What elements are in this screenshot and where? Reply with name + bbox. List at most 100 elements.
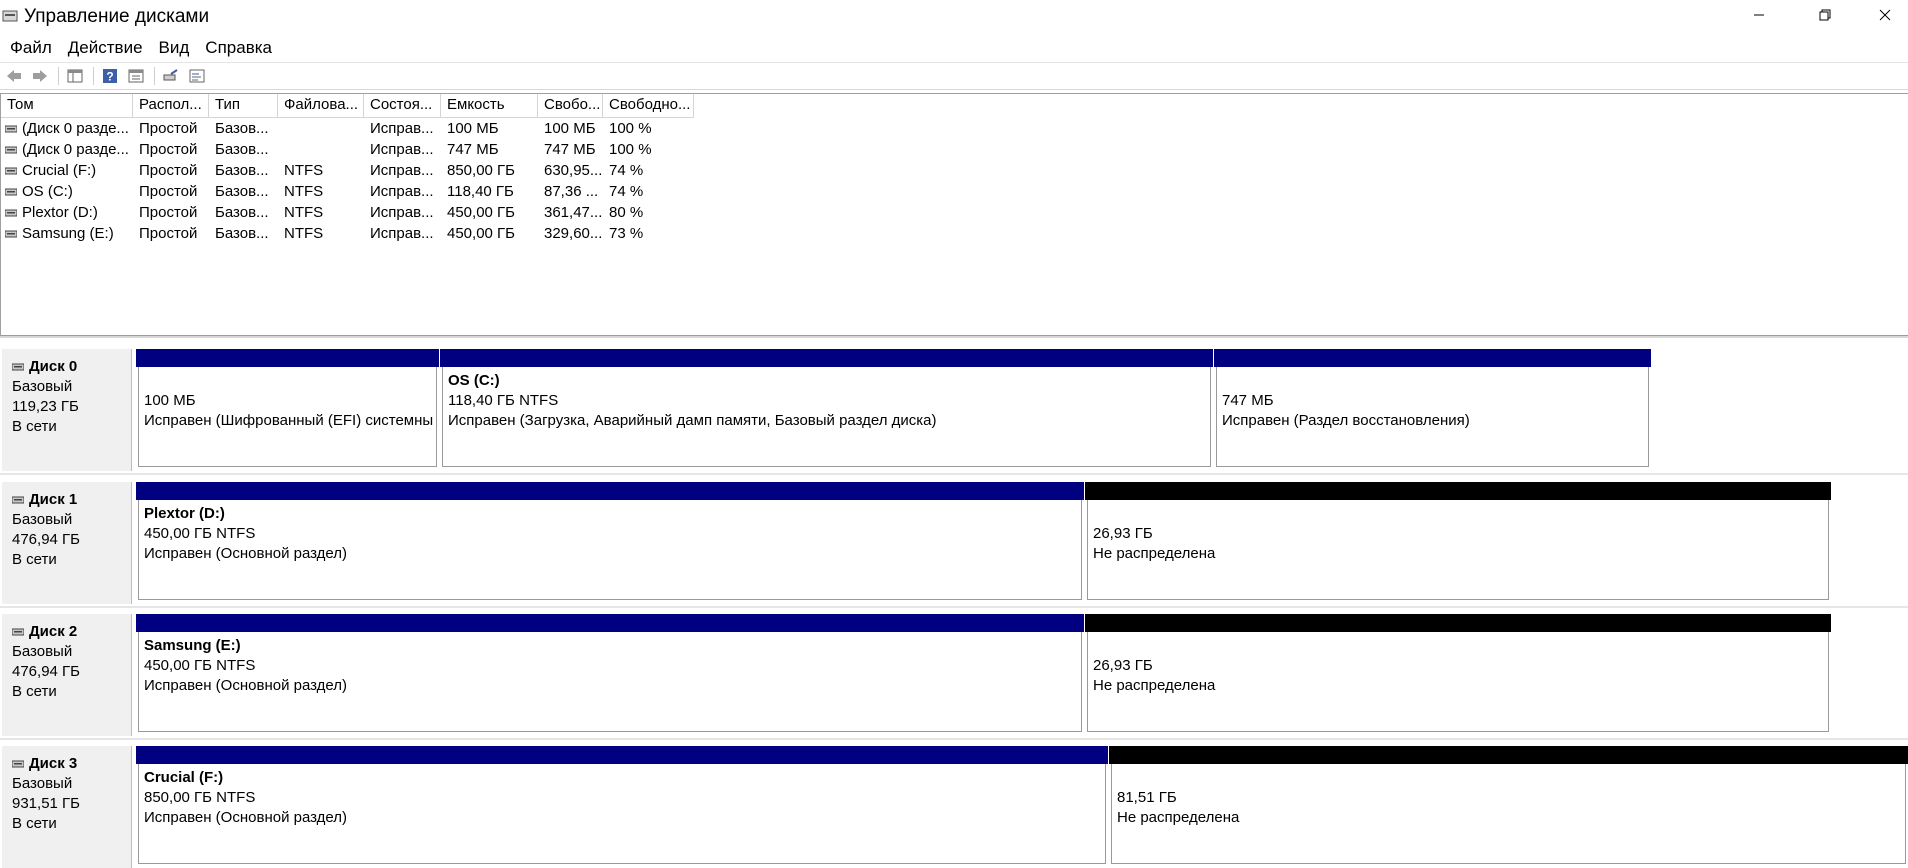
- filesystem-cell: NTFS: [284, 162, 324, 179]
- properties-button[interactable]: [126, 66, 146, 86]
- volume-list[interactable]: Том Распол... Тип Файлова... Состоя... Е…: [0, 93, 1908, 335]
- partition-name: [144, 371, 436, 391]
- menu-help[interactable]: Справка: [199, 36, 278, 60]
- filesystem-cell: NTFS: [284, 183, 324, 200]
- partition-bar: [440, 349, 1213, 367]
- disk-1-label[interactable]: Диск 1 Базовый 476,94 ГБ В сети: [2, 482, 132, 604]
- partition-body: 81,51 ГБ Не распределена: [1111, 764, 1906, 864]
- volume-icon: [5, 167, 17, 174]
- close-button[interactable]: [1862, 0, 1908, 30]
- table-row[interactable]: Samsung (E:) Простой Базов... NTFS Испра…: [1, 223, 694, 244]
- volume-icon: [5, 188, 17, 195]
- toolbar-separator: [93, 67, 94, 85]
- title-bar: Управление дисками: [0, 0, 1908, 34]
- restore-icon: [1819, 9, 1831, 21]
- disk-name: Диск 0: [29, 358, 78, 375]
- filesystem-cell: [278, 118, 364, 139]
- partition-size: 850,00 ГБ NTFS: [144, 789, 256, 806]
- disk-icon: [12, 496, 24, 504]
- partition-name: Plextor (D:): [144, 505, 225, 522]
- disk-3-label[interactable]: Диск 3 Базовый 931,51 ГБ В сети: [2, 746, 132, 868]
- partition-status: Исправен (Загрузка, Аварийный дамп памят…: [448, 412, 937, 429]
- partition-recovery[interactable]: 747 МБ Исправен (Раздел восстановления): [1214, 349, 1651, 467]
- partition-bar: [1214, 349, 1651, 367]
- properties-icon: [128, 69, 144, 83]
- partition-crucial-f[interactable]: Crucial (F:) 850,00 ГБ NTFS Исправен (Ос…: [136, 746, 1108, 864]
- help-button[interactable]: ?: [100, 66, 120, 86]
- table-row[interactable]: (Диск 0 разде... Простой Базов... Исправ…: [1, 139, 694, 160]
- disk-row-divider: [0, 738, 1908, 740]
- status-cell: Исправ...: [370, 120, 434, 137]
- disk-list-button[interactable]: [187, 66, 207, 86]
- back-button[interactable]: [4, 66, 24, 86]
- disk-type: Базовый: [12, 775, 73, 792]
- disk-name: Диск 3: [29, 755, 78, 772]
- partition-bar: [1109, 746, 1908, 764]
- free-space-cell: 87,36 ...: [544, 183, 599, 200]
- status-cell: Исправ...: [370, 183, 434, 200]
- partition-plextor-d[interactable]: Plextor (D:) 450,00 ГБ NTFS Исправен (Ос…: [136, 482, 1084, 600]
- partition-unallocated-2[interactable]: 26,93 ГБ Не распределена: [1085, 614, 1831, 732]
- column-header-free-space[interactable]: Свобо...: [538, 94, 603, 118]
- disk-0-label[interactable]: Диск 0 Базовый 119,23 ГБ В сети: [2, 349, 132, 471]
- partition-size: 26,93 ГБ: [1093, 525, 1153, 542]
- partition-name: [1093, 504, 1828, 524]
- partition-samsung-e[interactable]: Samsung (E:) 450,00 ГБ NTFS Исправен (Ос…: [136, 614, 1084, 732]
- column-header-layout[interactable]: Распол...: [133, 94, 209, 118]
- window-title: Управление дисками: [24, 6, 210, 27]
- column-header-capacity[interactable]: Емкость: [441, 94, 538, 118]
- partition-os-c[interactable]: OS (C:) 118,40 ГБ NTFS Исправен (Загрузк…: [440, 349, 1213, 467]
- partition-bar: [136, 482, 1084, 500]
- table-row[interactable]: Crucial (F:) Простой Базов... NTFS Испра…: [1, 160, 694, 181]
- disk-management-app-icon: [2, 10, 18, 22]
- volume-cell: (Диск 0 разде...: [1, 118, 133, 139]
- toolbar-separator: [58, 67, 59, 85]
- back-arrow-icon: [7, 70, 21, 82]
- disk-size: 476,94 ГБ: [12, 663, 81, 680]
- partition-size: 81,51 ГБ: [1117, 789, 1177, 806]
- forward-button[interactable]: [30, 66, 50, 86]
- type-cell: Базов...: [215, 120, 269, 137]
- status-cell: Исправ...: [370, 162, 434, 179]
- menu-file[interactable]: Файл: [4, 36, 58, 60]
- disk-row-divider: [0, 473, 1908, 475]
- show-hide-console-tree-button[interactable]: [65, 66, 85, 86]
- rescan-disks-button[interactable]: [161, 66, 181, 86]
- partition-status: Исправен (Основной раздел): [144, 545, 348, 562]
- layout-cell: Простой: [139, 141, 198, 158]
- partition-bar: [1085, 614, 1831, 632]
- column-header-filesystem[interactable]: Файлова...: [278, 94, 364, 118]
- partition-unallocated-1[interactable]: 26,93 ГБ Не распределена: [1085, 482, 1831, 600]
- type-cell: Базов...: [215, 141, 269, 158]
- column-header-status[interactable]: Состоя...: [364, 94, 441, 118]
- partition-name: OS (C:): [448, 372, 500, 389]
- column-header-volume[interactable]: Том: [1, 94, 133, 118]
- table-row[interactable]: (Диск 0 разде... Простой Базов... Исправ…: [1, 118, 694, 139]
- restore-button[interactable]: [1802, 0, 1848, 30]
- status-cell: Исправ...: [370, 204, 434, 221]
- capacity-cell: 450,00 ГБ: [447, 225, 516, 242]
- free-space-cell: 329,60...: [544, 225, 603, 242]
- partition-name: [1093, 636, 1828, 656]
- table-row[interactable]: Plextor (D:) Простой Базов... NTFS Испра…: [1, 202, 694, 223]
- menu-action[interactable]: Действие: [62, 36, 149, 60]
- minimize-button[interactable]: [1736, 0, 1782, 30]
- minimize-icon: [1754, 14, 1764, 16]
- column-header-percent-free[interactable]: Свободно...: [603, 94, 694, 118]
- partition-name: [1117, 768, 1905, 788]
- disk-2-label[interactable]: Диск 2 Базовый 476,94 ГБ В сети: [2, 614, 132, 736]
- partition-size: 26,93 ГБ: [1093, 657, 1153, 674]
- partition-body: Crucial (F:) 850,00 ГБ NTFS Исправен (Ос…: [138, 764, 1106, 864]
- rescan-disks-icon: [163, 69, 178, 81]
- menu-view[interactable]: Вид: [153, 36, 196, 60]
- partition-unallocated-3[interactable]: 81,51 ГБ Не распределена: [1109, 746, 1908, 864]
- volume-list-header: Том Распол... Тип Файлова... Состоя... Е…: [1, 94, 694, 118]
- column-header-type[interactable]: Тип: [209, 94, 278, 118]
- partition-efi[interactable]: 100 МБ Исправен (Шифрованный (EFI) систе…: [136, 349, 439, 467]
- disk-size: 931,51 ГБ: [12, 795, 81, 812]
- table-row[interactable]: OS (C:) Простой Базов... NTFS Исправ... …: [1, 181, 694, 202]
- percent-free-cell: 100 %: [609, 120, 652, 137]
- partition-size: 747 МБ: [1222, 392, 1274, 409]
- status-cell: Исправ...: [370, 225, 434, 242]
- disk-type: Базовый: [12, 511, 73, 528]
